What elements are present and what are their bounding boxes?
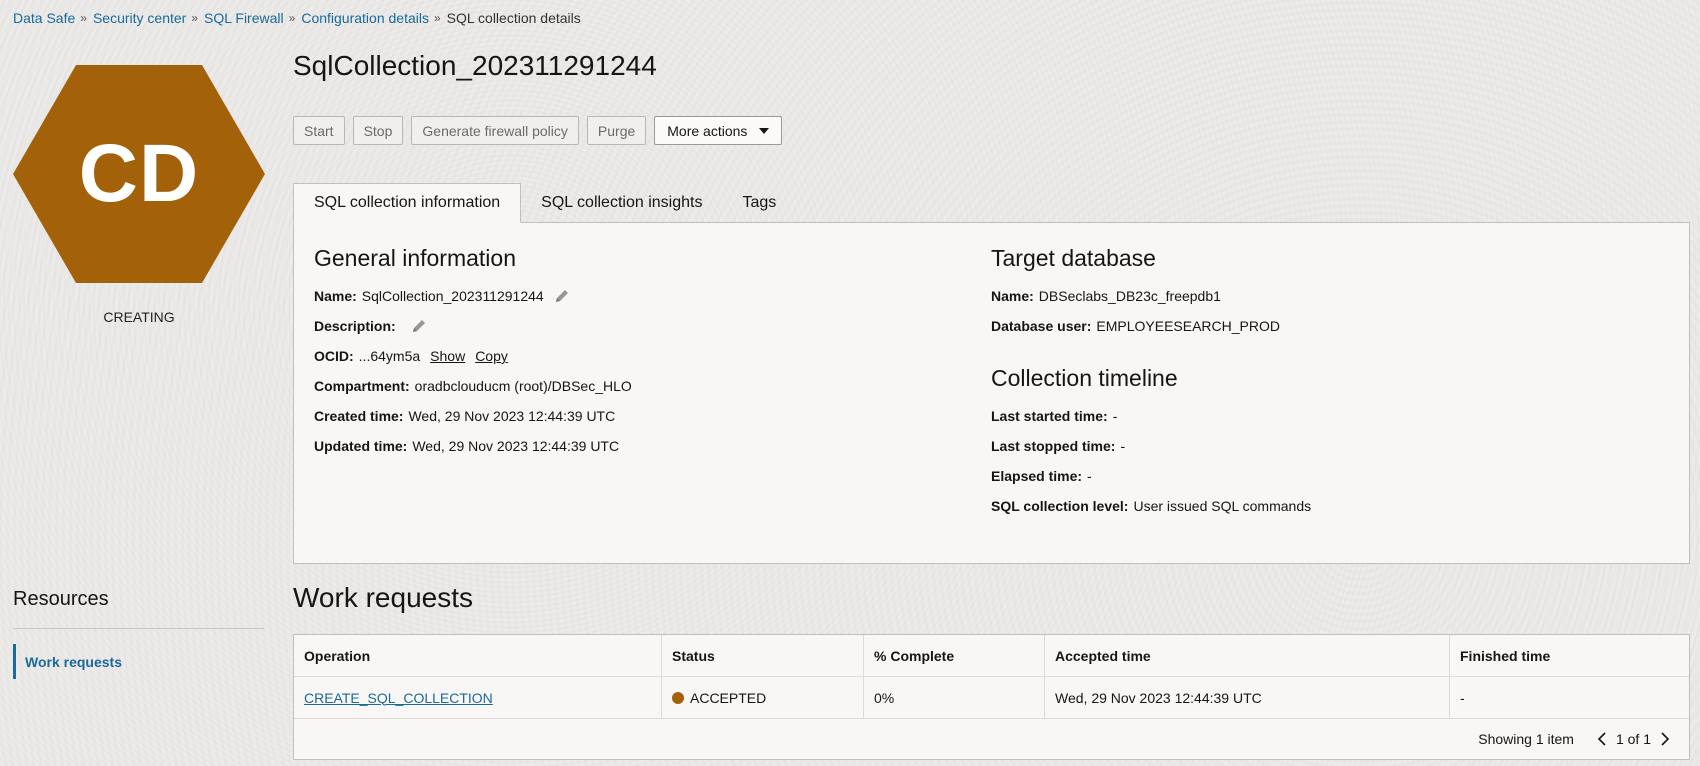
elapsed-time-value: - xyxy=(1087,468,1092,484)
ocid-show-link[interactable]: Show xyxy=(430,348,465,364)
last-started-value: - xyxy=(1112,408,1118,424)
breadcrumb-separator: » xyxy=(288,11,296,25)
accepted-time-cell: Wed, 29 Nov 2023 12:44:39 UTC xyxy=(1045,677,1450,718)
resources-heading: Resources xyxy=(13,588,109,610)
description-field: Description: xyxy=(314,318,427,334)
table-footer: Showing 1 item 1 of 1 xyxy=(294,719,1689,759)
created-time-value: Wed, 29 Nov 2023 12:44:39 UTC xyxy=(408,408,616,424)
work-requests-heading: Work requests xyxy=(293,582,473,613)
breadcrumb: Data Safe » Security center » SQL Firewa… xyxy=(13,10,581,26)
compartment-field: Compartment: oradbclouducm (root)/DBSec_… xyxy=(314,378,632,394)
breadcrumb-security-center[interactable]: Security center xyxy=(93,10,186,26)
resource-badge: CD xyxy=(13,65,265,283)
collection-level-value: User issued SQL commands xyxy=(1133,498,1312,514)
name-value: SqlCollection_202311291244 xyxy=(361,288,544,304)
status-cell: ACCEPTED xyxy=(662,677,864,718)
target-name-label: Name: xyxy=(991,288,1034,304)
updated-time-field: Updated time: Wed, 29 Nov 2023 12:44:39 … xyxy=(314,438,619,454)
status-dot-icon xyxy=(672,691,684,704)
general-information-heading: General information xyxy=(314,245,516,271)
last-started-field: Last started time: - xyxy=(991,408,1117,424)
column-header-operation[interactable]: Operation xyxy=(294,635,662,676)
last-started-label: Last started time: xyxy=(991,408,1108,424)
created-time-label: Created time: xyxy=(314,408,404,424)
table-header-row: Operation Status % Complete Accepted tim… xyxy=(294,635,1689,677)
column-header-finished-time[interactable]: Finished time xyxy=(1450,635,1689,676)
compartment-label: Compartment: xyxy=(314,378,410,394)
breadcrumb-data-safe[interactable]: Data Safe xyxy=(13,10,75,26)
more-actions-button[interactable]: More actions xyxy=(654,116,783,145)
breadcrumb-current: SQL collection details xyxy=(446,10,581,26)
target-database-heading: Target database xyxy=(991,245,1156,271)
work-requests-table: Operation Status % Complete Accepted tim… xyxy=(293,634,1690,760)
database-user-label: Database user: xyxy=(991,318,1092,334)
table-row: CREATE_SQL_COLLECTION ACCEPTED 0% Wed, 2… xyxy=(294,677,1689,719)
divider xyxy=(13,628,264,629)
last-stopped-value: - xyxy=(1120,438,1126,454)
status-text: ACCEPTED xyxy=(690,689,767,706)
badge-initials: CD xyxy=(78,128,200,219)
column-header-complete[interactable]: % Complete xyxy=(864,635,1045,676)
created-time-field: Created time: Wed, 29 Nov 2023 12:44:39 … xyxy=(314,408,615,424)
last-stopped-label: Last stopped time: xyxy=(991,438,1116,454)
complete-cell: 0% xyxy=(864,677,1045,718)
finished-time-cell: - xyxy=(1460,689,1465,706)
target-name-value: DBSeclabs_DB23c_freepdb1 xyxy=(1038,288,1221,304)
purge-button[interactable]: Purge xyxy=(586,116,647,145)
resources-item-work-requests[interactable]: Work requests xyxy=(13,644,122,679)
tab-sql-collection-insights[interactable]: SQL collection insights xyxy=(521,183,722,223)
info-panel: General information Name: SqlCollection_… xyxy=(293,222,1690,564)
breadcrumb-separator: » xyxy=(433,11,441,25)
collection-level-field: SQL collection level: User issued SQL co… xyxy=(991,498,1311,514)
tab-tags[interactable]: Tags xyxy=(722,183,796,223)
operation-link[interactable]: CREATE_SQL_COLLECTION xyxy=(304,690,493,706)
last-stopped-field: Last stopped time: - xyxy=(991,438,1125,454)
breadcrumb-sql-firewall[interactable]: SQL Firewall xyxy=(204,10,284,26)
column-header-status[interactable]: Status xyxy=(662,635,864,676)
collection-level-label: SQL collection level: xyxy=(991,498,1129,514)
ocid-value: ...64ym5a xyxy=(358,348,421,364)
chevron-right-icon[interactable] xyxy=(1655,731,1675,747)
generate-firewall-policy-button[interactable]: Generate firewall policy xyxy=(411,116,579,145)
elapsed-time-field: Elapsed time: - xyxy=(991,468,1092,484)
operation-cell: CREATE_SQL_COLLECTION xyxy=(294,677,662,718)
tab-sql-collection-information[interactable]: SQL collection information xyxy=(293,183,522,223)
ocid-field: OCID: ...64ym5a Show Copy xyxy=(314,348,508,364)
showing-count: Showing 1 item xyxy=(1478,731,1574,747)
more-actions-label: More actions xyxy=(667,122,748,139)
breadcrumb-configuration-details[interactable]: Configuration details xyxy=(301,10,429,26)
breadcrumb-separator: » xyxy=(191,11,199,25)
page-indicator: 1 of 1 xyxy=(1615,731,1651,747)
updated-time-label: Updated time: xyxy=(314,438,408,454)
database-user-field: Database user: EMPLOYEESEARCH_PROD xyxy=(991,318,1280,334)
updated-time-value: Wed, 29 Nov 2023 12:44:39 UTC xyxy=(412,438,620,454)
breadcrumb-separator: » xyxy=(80,11,87,25)
chevron-left-icon[interactable] xyxy=(1592,731,1612,747)
caret-down-icon xyxy=(759,127,770,134)
collection-timeline-heading: Collection timeline xyxy=(991,365,1178,391)
ocid-copy-link[interactable]: Copy xyxy=(475,348,508,364)
name-label: Name: xyxy=(314,288,357,304)
target-name-field: Name: DBSeclabs_DB23c_freepdb1 xyxy=(991,288,1221,304)
compartment-value: oradbclouducm (root)/DBSec_HLO xyxy=(414,378,632,394)
start-button[interactable]: Start xyxy=(293,116,345,145)
ocid-label: OCID: xyxy=(314,348,354,364)
name-field: Name: SqlCollection_202311291244 xyxy=(314,288,570,304)
description-label: Description: xyxy=(314,318,396,334)
stop-button[interactable]: Stop xyxy=(352,116,404,145)
elapsed-time-label: Elapsed time: xyxy=(991,468,1083,484)
lifecycle-status: CREATING xyxy=(103,309,175,325)
database-user-value: EMPLOYEESEARCH_PROD xyxy=(1096,318,1280,334)
page-title: SqlCollection_202311291244 xyxy=(293,50,657,81)
edit-name-pencil-icon[interactable] xyxy=(554,288,570,304)
column-header-accepted-time[interactable]: Accepted time xyxy=(1045,635,1450,676)
tab-bar: SQL collection information SQL collectio… xyxy=(293,183,796,223)
action-toolbar: Start Stop Generate firewall policy Purg… xyxy=(293,116,783,145)
edit-description-pencil-icon[interactable] xyxy=(411,318,427,334)
